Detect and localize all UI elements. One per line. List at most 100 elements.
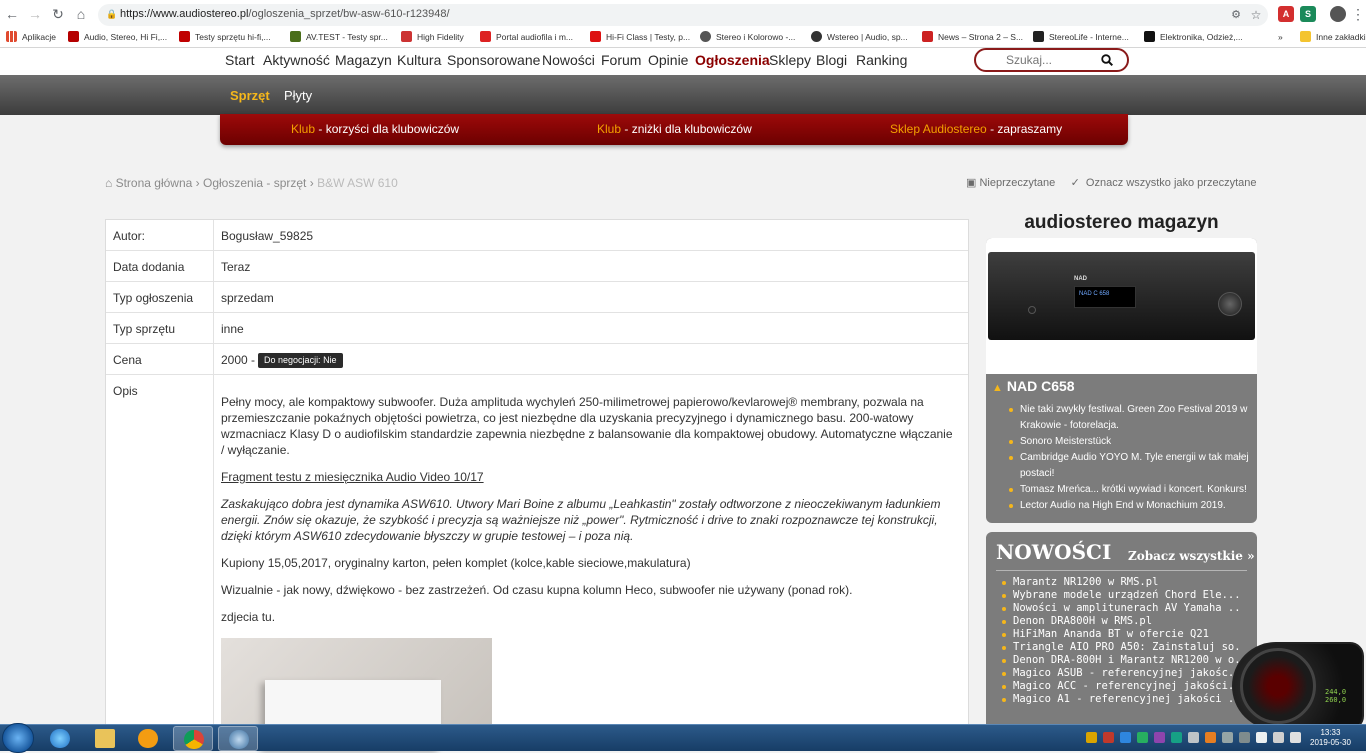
tray-icon[interactable] <box>1188 732 1199 743</box>
bookmark-favicon <box>401 31 412 42</box>
news-item[interactable]: HiFiMan Ananda BT w ofercie Q21 <box>1000 628 1240 641</box>
tray-icon[interactable] <box>1222 732 1233 743</box>
nav-nowosci[interactable]: Nowości <box>542 52 595 68</box>
bookmark-testy[interactable]: Testy sprzętu hi-fi,... <box>179 30 284 44</box>
see-all-link[interactable]: Zobacz wszystkie » <box>1128 549 1255 563</box>
url-host: https://www.audiostereo.pl <box>120 8 249 20</box>
promo-club-benefits[interactable]: Klub - korzyści dla klubowiczów <box>291 122 459 136</box>
bookmark-stereo-kolorowo[interactable]: Stereo i Kolorowo -... <box>700 30 802 44</box>
promo-shop[interactable]: Sklep Audiostereo - zapraszamy <box>890 122 1062 136</box>
network-icon[interactable] <box>1273 732 1284 743</box>
bookmark-elektronika[interactable]: Elektronika, Odzież,... <box>1144 30 1246 44</box>
taskbar-ie[interactable] <box>40 726 80 751</box>
translate-icon[interactable]: ⚙ <box>1228 7 1244 23</box>
news-item[interactable]: Magico ACC - referencyjnej jakości... <box>1000 680 1240 693</box>
star-icon[interactable]: ☆ <box>1248 7 1264 23</box>
article-item[interactable]: Tomasz Mreńca... krótki wywiad i koncert… <box>1006 482 1251 498</box>
nav-start[interactable]: Start <box>225 52 255 68</box>
volume-icon[interactable] <box>1290 732 1301 743</box>
subwoofer-photo[interactable] <box>221 638 492 750</box>
system-monitor-gadget[interactable]: 244,0 260,0 <box>1232 642 1364 730</box>
news-item[interactable]: Magico ASUB - referencyjnej jakośc... <box>1000 667 1240 680</box>
reload-icon[interactable]: ↻ <box>50 6 66 22</box>
bookmark-audio[interactable]: Audio, Stereo, Hi Fi,... <box>68 30 172 44</box>
bookmark-stereolife[interactable]: StereoLife - Interne... <box>1033 30 1135 44</box>
search-input[interactable] <box>1006 53 1096 67</box>
featured-headline[interactable]: ▲ NAD C658 <box>992 378 1075 394</box>
bookmark-label: Portal audiofila i m... <box>496 32 574 42</box>
promo-club-discounts[interactable]: Klub - zniżki dla klubowiczów <box>597 122 752 136</box>
news-item[interactable]: Magico A1 - referencyjnej jakości ... <box>1000 693 1240 706</box>
nav-ogloszenia[interactable]: Ogłoszenia <box>695 52 770 68</box>
tray-icon[interactable] <box>1171 732 1182 743</box>
bookmark-avtest[interactable]: AV.TEST - Testy spr... <box>290 30 395 44</box>
bookmark-label: Elektronika, Odzież,... <box>1160 32 1243 42</box>
bookmark-other[interactable]: Inne zakładki <box>1300 30 1366 44</box>
menu-dots-icon[interactable]: ⋮ <box>1350 6 1366 22</box>
breadcrumb-home[interactable]: Strona główna <box>116 176 193 190</box>
tray-icon[interactable] <box>1137 732 1148 743</box>
nav-opinie[interactable]: Opinie <box>648 52 688 68</box>
profile-avatar[interactable] <box>1330 6 1346 22</box>
nav-magazyn[interactable]: Magazyn <box>335 52 392 68</box>
tray-icon[interactable] <box>1154 732 1165 743</box>
author-value[interactable]: Bogusław_59825 <box>221 229 313 243</box>
bookmark-wstereo[interactable]: Wstereo | Audio, sp... <box>811 30 913 44</box>
search-icon[interactable] <box>1101 54 1113 66</box>
nav-kultura[interactable]: Kultura <box>397 52 441 68</box>
taskbar-app[interactable] <box>218 726 258 751</box>
nav-ranking[interactable]: Ranking <box>856 52 907 68</box>
breadcrumb-section[interactable]: Ogłoszenia - sprzęt <box>203 176 306 190</box>
taskbar-explorer[interactable] <box>85 726 125 751</box>
tray-icon[interactable] <box>1086 732 1097 743</box>
bookmark-news[interactable]: News – Strona 2 – S... <box>922 30 1024 44</box>
url-bar[interactable]: 🔒 https://www.audiostereo.pl/ogloszenia_… <box>98 4 1268 26</box>
taskbar-media-player[interactable] <box>128 726 168 751</box>
nav-aktywnosc[interactable]: Aktywność <box>263 52 330 68</box>
nav-forum[interactable]: Forum <box>601 52 641 68</box>
flag-icon[interactable] <box>1256 732 1267 743</box>
more-bookmarks-icon[interactable]: » <box>1278 30 1288 44</box>
bookmark-hificlass[interactable]: Hi-Fi Class | Testy, p... <box>590 30 692 44</box>
forward-icon[interactable]: → <box>27 6 43 22</box>
article-item[interactable]: Nie taki zwykły festiwal. Green Zoo Fest… <box>1006 402 1251 434</box>
tray-icon[interactable] <box>1239 732 1250 743</box>
tray-icon[interactable] <box>1205 732 1216 743</box>
featured-image[interactable]: NAD C 658 NAD <box>986 238 1257 374</box>
bookmark-highfidelity[interactable]: High Fidelity <box>401 30 476 44</box>
news-box: NOWOŚCI Zobacz wszystkie » Marantz NR120… <box>986 532 1257 732</box>
bookmark-favicon <box>480 31 491 42</box>
promo-text: zapraszamy <box>997 122 1063 136</box>
description-paragraph: Wizualnie - jak nowy, dźwiękowo - bez za… <box>221 583 853 597</box>
tray-icon[interactable] <box>1120 732 1131 743</box>
subnav-sprzet[interactable]: Sprzęt <box>230 88 270 103</box>
unread-link[interactable]: ▣ Nieprzeczytane <box>966 177 1055 189</box>
lock-icon: 🔒 <box>106 9 118 19</box>
taskbar-clock[interactable]: 13:33 2019-05-30 <box>1310 728 1351 748</box>
news-item[interactable]: Denon DRA-800H i Marantz NR1200 w o... <box>1000 654 1240 667</box>
back-icon[interactable]: ← <box>4 6 20 22</box>
nav-sklepy[interactable]: Sklepy <box>769 52 811 68</box>
nav-sponsorowane[interactable]: Sponsorowane <box>447 52 540 68</box>
news-item[interactable]: Marantz NR1200 w RMS.pl <box>1000 576 1240 589</box>
subnav-plyty[interactable]: Płyty <box>284 88 312 103</box>
news-item[interactable]: Nowości w amplitunerach AV Yamaha ... <box>1000 602 1240 615</box>
article-item[interactable]: Sonoro Meisterstück <box>1006 434 1251 450</box>
extension-icon[interactable]: A <box>1278 6 1294 22</box>
news-item[interactable]: Wybrane modele urządzeń Chord Ele... <box>1000 589 1240 602</box>
taskbar-chrome[interactable] <box>173 726 213 751</box>
home-icon[interactable]: ⌂ <box>73 6 89 22</box>
start-button[interactable] <box>2 723 34 753</box>
promo-separator: - <box>315 122 326 136</box>
mark-all-read-link[interactable]: ✓ Oznacz wszystko jako przeczytane <box>1071 177 1257 189</box>
tray-icon[interactable] <box>1103 732 1114 743</box>
article-item[interactable]: Cambridge Audio YOYO M. Tyle energii w t… <box>1006 450 1251 482</box>
bookmark-portal[interactable]: Portal audiofila i m... <box>480 30 582 44</box>
review-link[interactable]: Fragment testu z miesięcznika Audio Vide… <box>221 470 484 484</box>
nav-blogi[interactable]: Blogi <box>816 52 847 68</box>
bookmark-apps[interactable]: Aplikacje <box>6 30 56 44</box>
news-item[interactable]: Triangle AIO PRO A50: Zainstaluj so... <box>1000 641 1240 654</box>
news-item[interactable]: Denon DRA800H w RMS.pl <box>1000 615 1240 628</box>
article-item[interactable]: Lector Audio na High End w Monachium 201… <box>1006 498 1251 514</box>
extension-s-icon[interactable]: S <box>1300 6 1316 22</box>
